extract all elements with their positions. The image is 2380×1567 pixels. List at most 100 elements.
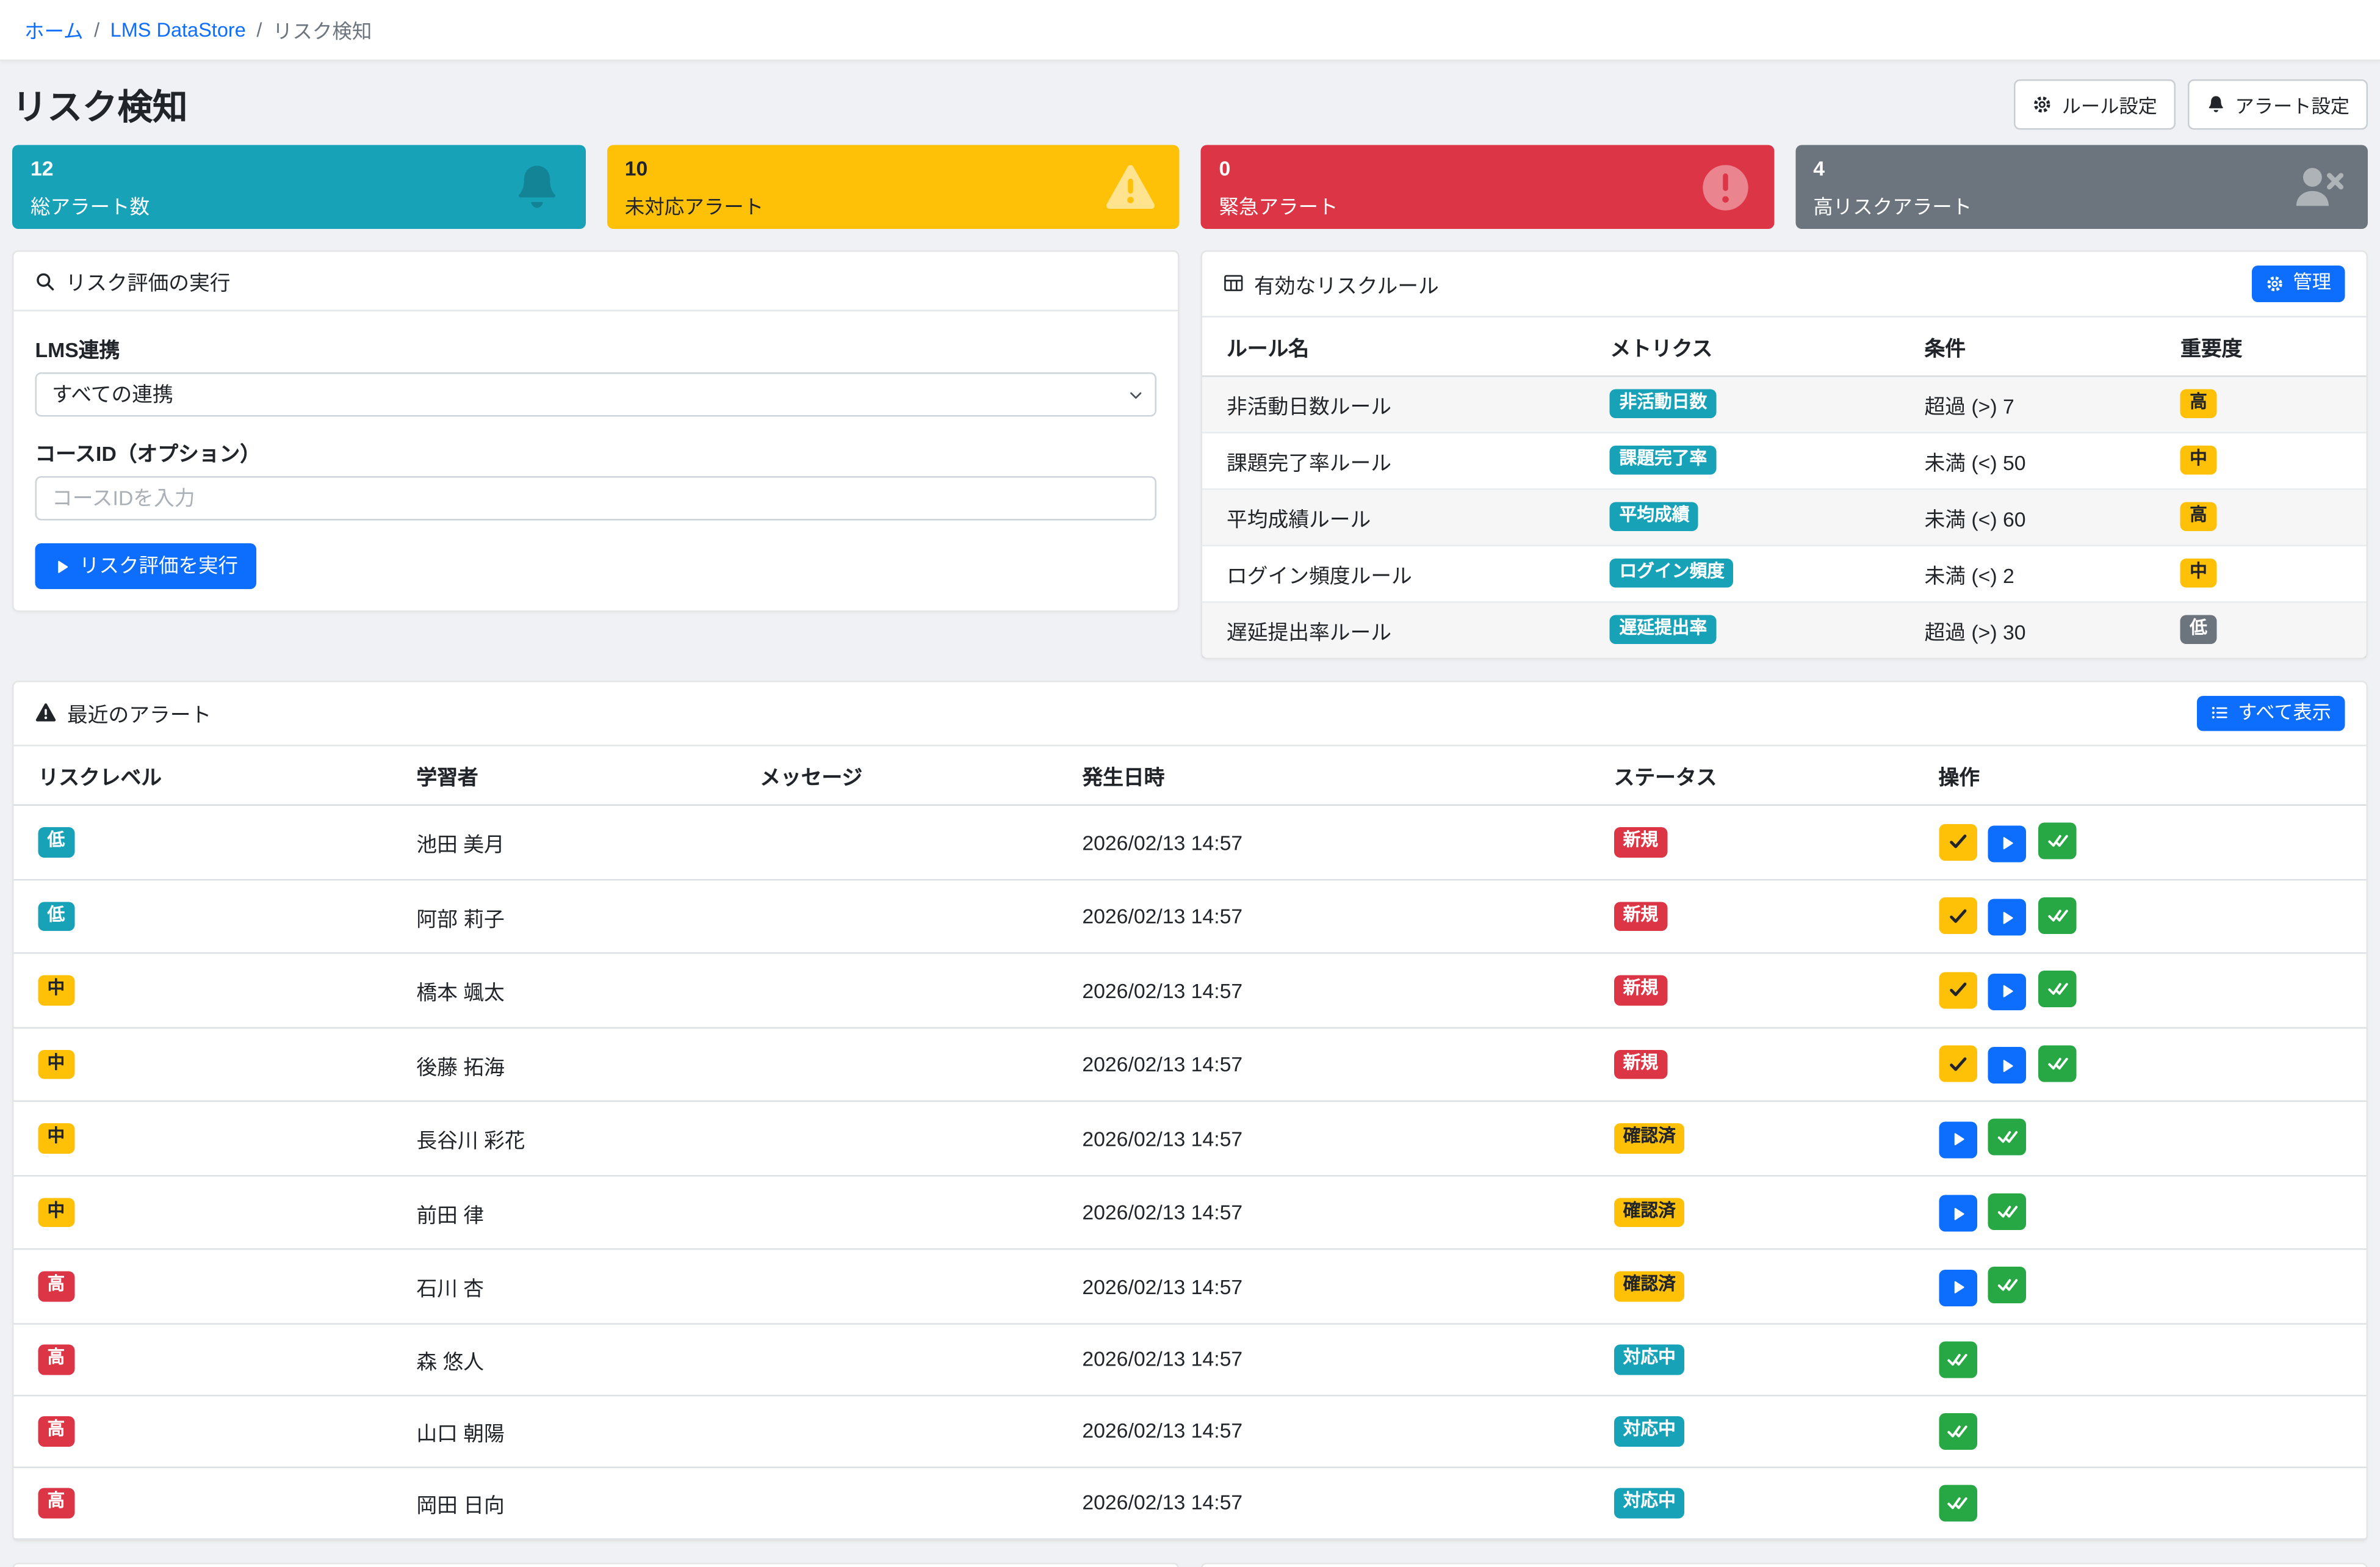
resolve-button[interactable] (1939, 1485, 1977, 1521)
resolve-button[interactable] (1939, 1413, 1977, 1449)
start-button[interactable] (1988, 973, 2027, 1010)
rule-condition: 未満 (<) 50 (1913, 432, 2169, 489)
status-badge: 新規 (1614, 1049, 1668, 1079)
breadcrumb-separator: / (256, 18, 262, 42)
resolve-button[interactable] (1988, 1193, 2027, 1229)
show-all-alerts-button[interactable]: すべて表示 (2197, 695, 2345, 731)
lms-select[interactable]: すべての連携 (35, 372, 1157, 417)
breadcrumb-link-lms-datastore[interactable]: LMS DataStore (110, 18, 246, 42)
severity-badge: 高 (2180, 389, 2216, 419)
acknowledge-button[interactable] (1939, 898, 1977, 935)
page: ホーム / LMS DataStore / リスク検知 リスク検知 ルール設定 (0, 0, 2380, 1567)
alert-message (748, 1027, 1070, 1101)
risk-level-badge: 高 (38, 1488, 74, 1518)
risk-level-badge: 高 (38, 1416, 74, 1446)
start-button[interactable] (1988, 825, 2027, 862)
status-badge: 対応中 (1614, 1345, 1685, 1375)
gear-icon (2265, 275, 2284, 293)
start-button[interactable] (1939, 1121, 1977, 1158)
rule-condition: 未満 (<) 2 (1913, 545, 2169, 602)
lms-select-label: LMS連携 (35, 333, 1157, 363)
header-actions: ルール設定 アラート設定 (2014, 79, 2368, 129)
status-badge: 確認済 (1614, 1272, 1685, 1301)
resolve-button[interactable] (2038, 1045, 2077, 1082)
stat-card-total-alerts: 12 総アラート数 (12, 145, 585, 230)
learner-name: 石川 杏 (404, 1250, 748, 1323)
start-button[interactable] (1939, 1269, 1977, 1306)
acknowledge-button[interactable] (1939, 972, 1977, 1008)
alert-datetime: 2026/02/13 14:57 (1070, 1101, 1601, 1175)
alert-message (748, 954, 1070, 1027)
alert-row: 低 池田 美月 2026/02/13 14:57 新規 (14, 805, 2367, 879)
alert-message (748, 1323, 1070, 1395)
learner-name: 池田 美月 (404, 805, 748, 879)
breadcrumb-current: リスク検知 (273, 15, 372, 45)
status-badge: 新規 (1614, 975, 1668, 1005)
start-button[interactable] (1988, 1048, 2027, 1084)
recent-alerts-panel: 最近のアラート すべて表示 リスクレベル学習者メッセージ発生日時ステータス操作 (12, 680, 2368, 1541)
alert-message (748, 1250, 1070, 1323)
start-button[interactable] (1939, 1195, 1977, 1232)
alert-datetime: 2026/02/13 14:57 (1070, 1395, 1601, 1467)
rule-condition: 未満 (<) 60 (1913, 488, 2169, 545)
metric-badge: 課題完了率 (1610, 446, 1717, 476)
severity-badge: 低 (2180, 615, 2216, 645)
stat-value: 10 (625, 159, 1161, 181)
resolve-button[interactable] (2038, 823, 2077, 859)
risk-rules-body: 非活動日数ルール 非活動日数 超過 (>) 7 高 課題完了率ルール 課題完了率… (1202, 375, 2367, 657)
alert-datetime: 2026/02/13 14:57 (1070, 805, 1601, 879)
breadcrumb: ホーム / LMS DataStore / リスク検知 (0, 0, 2380, 61)
alert-settings-button[interactable]: アラート設定 (2188, 79, 2368, 129)
status-badge: 新規 (1614, 902, 1668, 932)
alert-datetime: 2026/02/13 14:57 (1070, 1323, 1601, 1395)
rule-condition: 超過 (>) 7 (1913, 375, 2169, 432)
learner-name: 岡田 日向 (404, 1467, 748, 1539)
metric-badge: 非活動日数 (1610, 389, 1717, 419)
column-header: メッセージ (748, 747, 1070, 805)
start-button[interactable] (1988, 899, 2027, 936)
rule-name: 非活動日数ルール (1202, 375, 1598, 432)
rule-settings-button[interactable]: ルール設定 (2014, 79, 2176, 129)
alert-actions (1927, 1250, 2367, 1323)
breadcrumb-link-home[interactable]: ホーム (24, 15, 84, 45)
resolve-button[interactable] (2038, 897, 2077, 933)
risk-level-badge: 低 (38, 828, 74, 858)
metric-badge: 平均成績 (1610, 502, 1699, 532)
acknowledge-button[interactable] (1939, 823, 1977, 860)
alert-message (748, 1395, 1070, 1467)
resolve-button[interactable] (1939, 1341, 1977, 1378)
resolve-button[interactable] (2038, 971, 2077, 1008)
run-risk-eval-button[interactable]: リスク評価を実行 (35, 543, 257, 590)
rule-name: 遅延提出率ルール (1202, 601, 1598, 657)
acknowledge-button[interactable] (1939, 1046, 1977, 1082)
manage-rules-button[interactable]: 管理 (2252, 266, 2345, 302)
column-header: 操作 (1927, 747, 2367, 805)
recent-alerts-title: 最近のアラート (67, 698, 211, 729)
learner-name: 前田 律 (404, 1176, 748, 1250)
resolve-button[interactable] (1988, 1119, 2027, 1156)
warning-triangle-icon (35, 703, 57, 724)
learner-name: 後藤 拓海 (404, 1027, 748, 1101)
breadcrumb-separator: / (94, 18, 99, 42)
risk-level-badge: 高 (38, 1345, 74, 1375)
stat-value: 4 (1813, 159, 2349, 181)
risk-rules-table: ルール名メトリクス条件重要度 非活動日数ルール 非活動日数 超過 (>) 7 高 (1202, 317, 2367, 657)
alert-message (748, 880, 1070, 954)
resolve-button[interactable] (1988, 1267, 2027, 1304)
alert-row: 高 石川 杏 2026/02/13 14:57 確認済 (14, 1250, 2367, 1323)
alert-datetime: 2026/02/13 14:57 (1070, 1250, 1601, 1323)
status-badge: 対応中 (1614, 1488, 1685, 1518)
exclamation-circle-icon (1699, 161, 1751, 213)
severity-badge: 中 (2180, 559, 2216, 588)
grade-prediction-card: 成績予測 機械学習を用いた成績予測機能 予測を見る (12, 1562, 1180, 1567)
warning-triangle-icon (1105, 161, 1156, 213)
alerts-header-row: リスクレベル学習者メッセージ発生日時ステータス操作 (14, 747, 2367, 805)
course-id-input[interactable] (35, 476, 1157, 521)
stat-card-unhandled-alerts: 10 未対応アラート (607, 145, 1180, 230)
learner-name: 長谷川 彩花 (404, 1101, 748, 1175)
column-header: ルール名 (1202, 317, 1598, 375)
dashboard-card: ダッシュボード リスク分析ダッシュボードで詳細を確認 ダッシュボードへ (1201, 1562, 2368, 1567)
rule-condition: 超過 (>) 30 (1913, 601, 2169, 657)
page-title: リスク検知 (12, 78, 188, 130)
learner-name: 橋本 颯太 (404, 954, 748, 1027)
